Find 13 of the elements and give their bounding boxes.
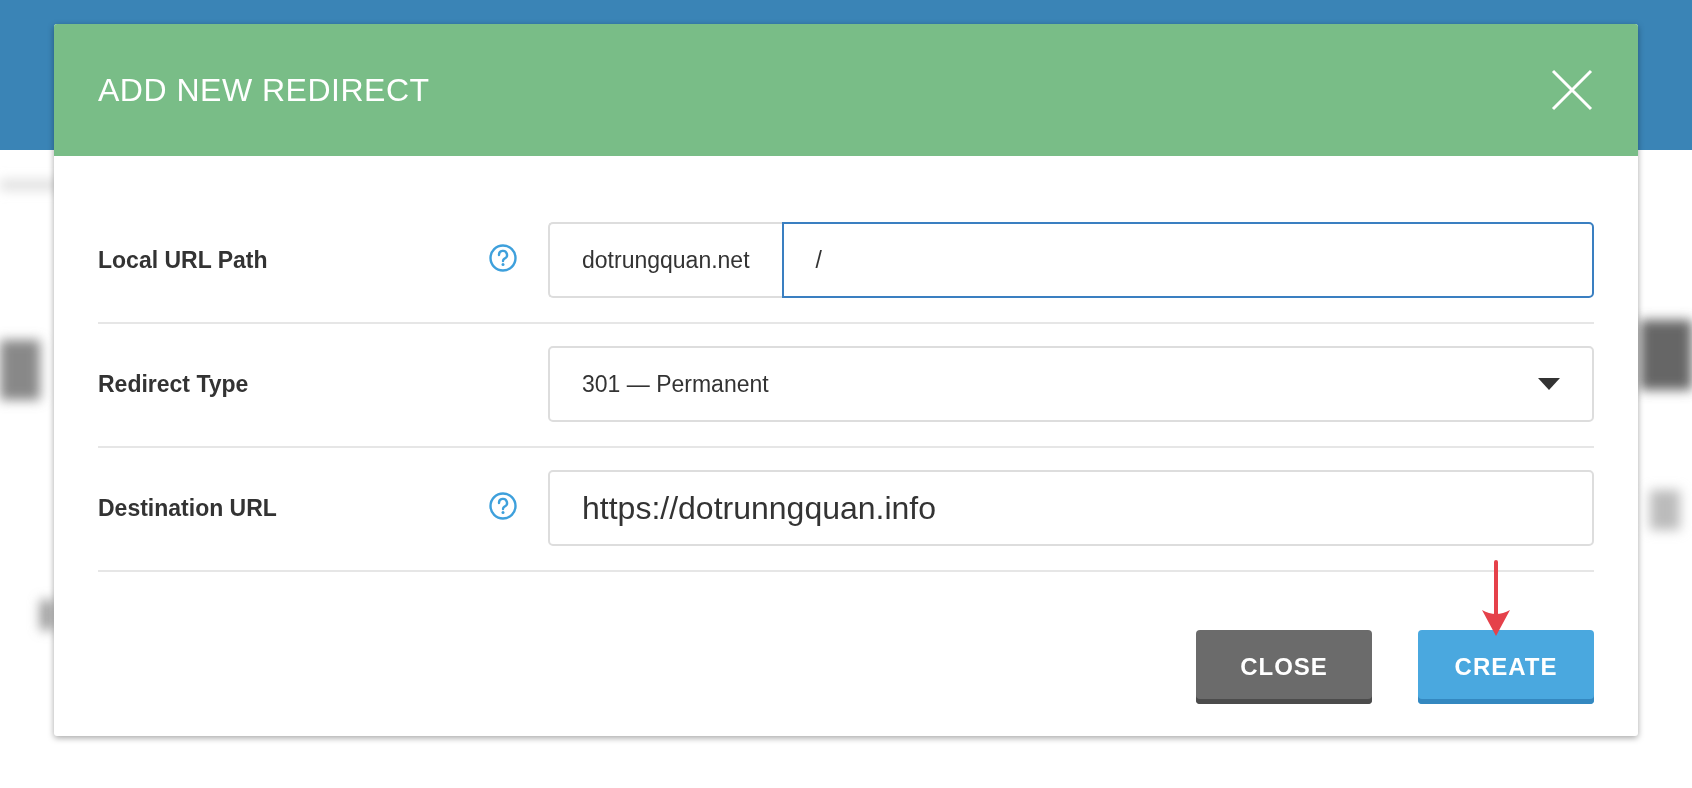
dialog-title: ADD NEW REDIRECT	[98, 71, 430, 109]
field-label: Redirect Type	[98, 370, 250, 398]
redirect-type-select[interactable]: 301 — Permanent	[548, 346, 1594, 422]
help-icon[interactable]	[488, 491, 518, 521]
close-button[interactable]: CLOSE	[1196, 630, 1372, 704]
field-label: Local URL Path	[98, 246, 269, 274]
caret-icon	[1538, 378, 1560, 390]
field-label: Destination URL	[98, 494, 278, 522]
help-icon[interactable]	[488, 243, 518, 273]
domain-prefix: dotrungquan.net	[548, 222, 782, 298]
destination-input[interactable]: https://dotrunngquan.info	[548, 470, 1594, 546]
close-icon[interactable]	[1550, 68, 1594, 112]
path-input[interactable]: /	[781, 222, 1594, 298]
